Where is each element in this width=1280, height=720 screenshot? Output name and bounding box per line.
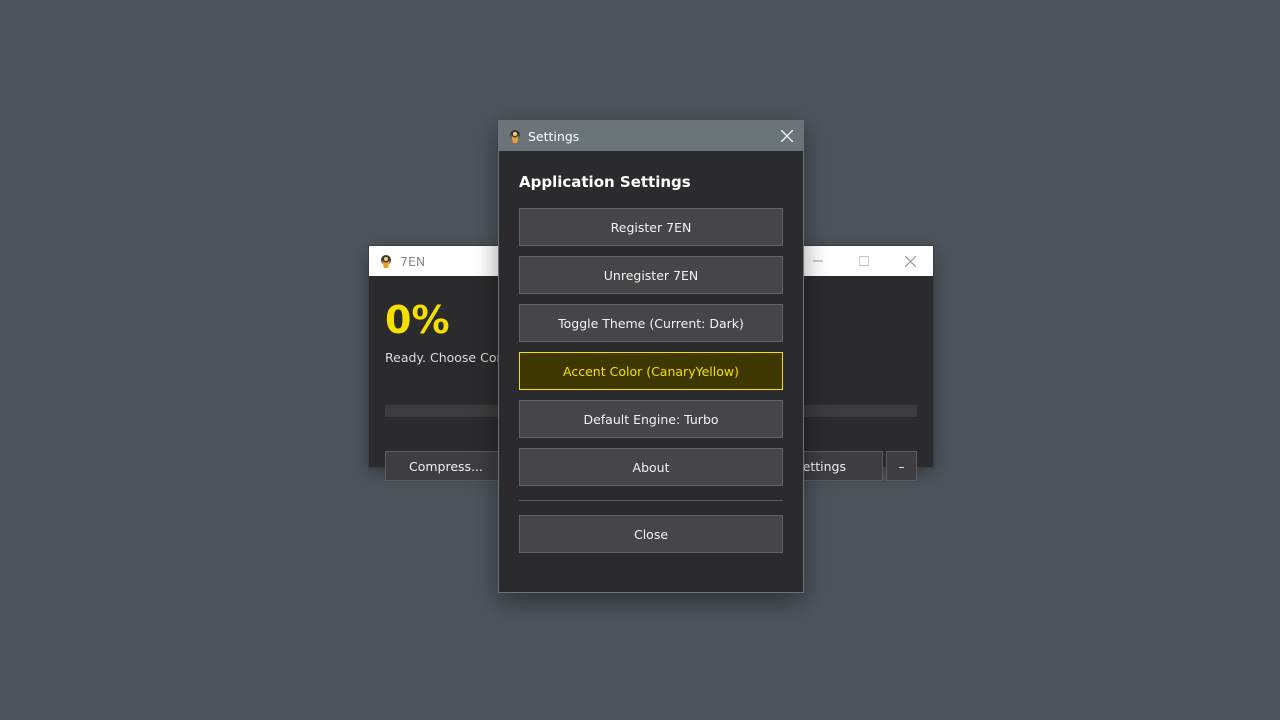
about-button[interactable]: About xyxy=(519,448,783,486)
default-engine-button[interactable]: Default Engine: Turbo xyxy=(519,400,783,438)
close-icon xyxy=(781,130,793,142)
register-button[interactable]: Register 7EN xyxy=(519,208,783,246)
compress-button[interactable]: Compress... xyxy=(385,451,507,481)
progress-percent: 0% xyxy=(385,298,450,342)
settings-close-button[interactable] xyxy=(771,121,803,151)
minimize-to-tray-button[interactable]: – xyxy=(886,451,917,481)
settings-titlebar[interactable]: Settings xyxy=(499,121,803,151)
settings-title: Settings xyxy=(528,128,580,144)
main-caption-buttons xyxy=(795,246,933,276)
unregister-button[interactable]: Unregister 7EN xyxy=(519,256,783,294)
settings-dialog: Settings Application Settings Register 7… xyxy=(498,120,804,593)
minimize-icon xyxy=(813,260,823,262)
7en-app-icon xyxy=(510,130,520,143)
desktop: 7EN 0% Ready. Choose Com Compress... Set… xyxy=(0,0,1280,720)
maximize-button[interactable] xyxy=(841,246,887,276)
separator xyxy=(519,500,783,501)
close-button[interactable]: Close xyxy=(519,515,783,553)
status-text: Ready. Choose Com xyxy=(385,350,509,365)
settings-heading: Application Settings xyxy=(519,173,691,191)
accent-color-button[interactable]: Accent Color (CanaryYellow) xyxy=(519,352,783,390)
7en-app-icon xyxy=(381,255,391,268)
maximize-icon xyxy=(859,256,869,266)
toggle-theme-button[interactable]: Toggle Theme (Current: Dark) xyxy=(519,304,783,342)
close-button[interactable] xyxy=(887,246,933,276)
close-icon xyxy=(904,255,916,267)
main-window-title: 7EN xyxy=(400,253,426,269)
